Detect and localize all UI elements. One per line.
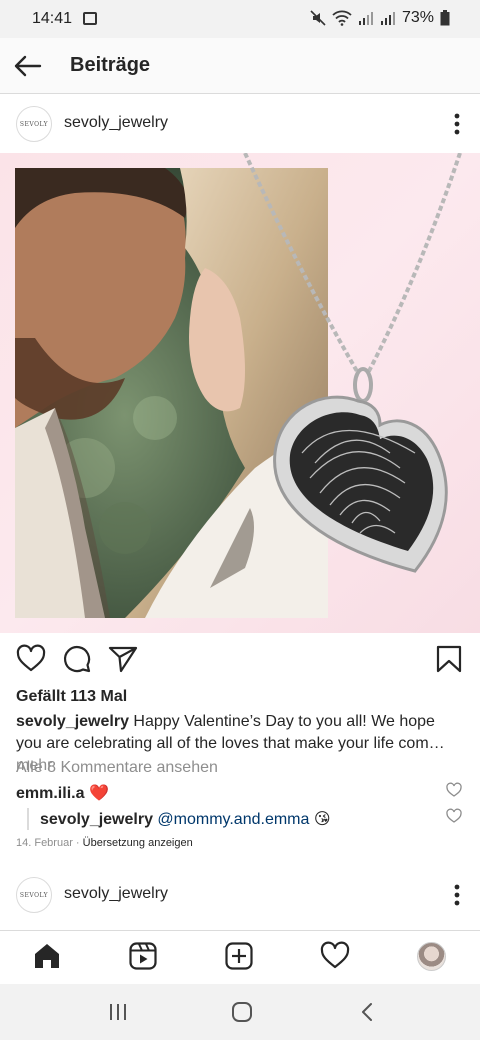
post-actions [0, 640, 480, 680]
new-post-icon[interactable] [224, 941, 254, 971]
system-navigation-bar [0, 984, 480, 1040]
activity-heart-icon[interactable] [320, 941, 350, 971]
bottom-navigation [0, 930, 480, 984]
status-icons: 73% [310, 9, 450, 27]
avatar-logo-text: SEVOLY [19, 891, 49, 899]
reply-comment: sevoly_jewelry @mommy.and.emma 😘 [40, 809, 331, 829]
avatar-logo-text: SEVOLY [19, 120, 49, 128]
battery-icon [440, 10, 450, 26]
mute-icon [310, 10, 326, 26]
view-all-comments-link[interactable]: Alle 8 Kommentare ansehen [16, 759, 218, 777]
reply-thread-line [27, 808, 29, 830]
signal-icon [358, 12, 373, 25]
more-options-icon[interactable] [454, 112, 460, 136]
post-header: SEVOLY sevoly_jewelry [0, 94, 480, 154]
profile-avatar[interactable] [417, 942, 446, 971]
recents-icon[interactable] [106, 1000, 130, 1024]
caption-username[interactable]: sevoly_jewelry [16, 713, 129, 730]
reels-icon[interactable] [128, 941, 158, 971]
next-post-header: SEVOLY sevoly_jewelry [0, 865, 480, 925]
comment-like-heart-icon[interactable] [446, 782, 462, 798]
image-icon [83, 12, 97, 25]
fingerprint-heart-necklace [243, 153, 462, 573]
post-photo[interactable] [0, 153, 480, 633]
top-bar: Beiträge [0, 38, 480, 94]
post-date: 14. Februar [16, 837, 73, 849]
reply-like-heart-icon[interactable] [446, 808, 462, 824]
comment: emm.ili.a ❤️ [16, 783, 109, 803]
comment-icon[interactable] [62, 644, 92, 674]
reply-emoji: 😘 [313, 811, 331, 828]
avatar[interactable]: SEVOLY [16, 877, 52, 913]
status-bar: 14:41 73% [0, 0, 480, 38]
bookmark-icon[interactable] [434, 644, 464, 674]
meta-separator: · [72, 837, 83, 849]
share-icon[interactable] [108, 644, 138, 674]
home-icon[interactable] [32, 941, 62, 971]
page-title: Beiträge [70, 54, 151, 76]
post-username[interactable]: sevoly_jewelry [64, 885, 168, 903]
battery-percent: 73% [401, 9, 434, 26]
home-circle-icon[interactable] [230, 1000, 254, 1024]
post-username[interactable]: sevoly_jewelry [64, 114, 168, 132]
signal-icon [380, 12, 395, 25]
status-time: 14:41 [32, 10, 73, 27]
translate-link[interactable]: Übersetzung anzeigen [83, 837, 193, 849]
wifi-icon [332, 10, 352, 26]
avatar[interactable]: SEVOLY [16, 106, 52, 142]
like-heart-icon[interactable] [16, 644, 46, 674]
reply-mention[interactable]: @mommy.and.emma [157, 811, 309, 828]
back-chevron-icon[interactable] [356, 1000, 380, 1024]
comment-username[interactable]: emm.ili.a [16, 785, 84, 802]
post-meta: 14. Februar · Übersetzung anzeigen [16, 837, 193, 849]
likes-count[interactable]: Gefällt 113 Mal [16, 688, 127, 706]
more-options-icon[interactable] [454, 883, 460, 907]
arrow-left-icon[interactable] [12, 50, 44, 82]
comment-text: ❤️ [88, 785, 109, 802]
reply-username[interactable]: sevoly_jewelry [40, 811, 153, 828]
